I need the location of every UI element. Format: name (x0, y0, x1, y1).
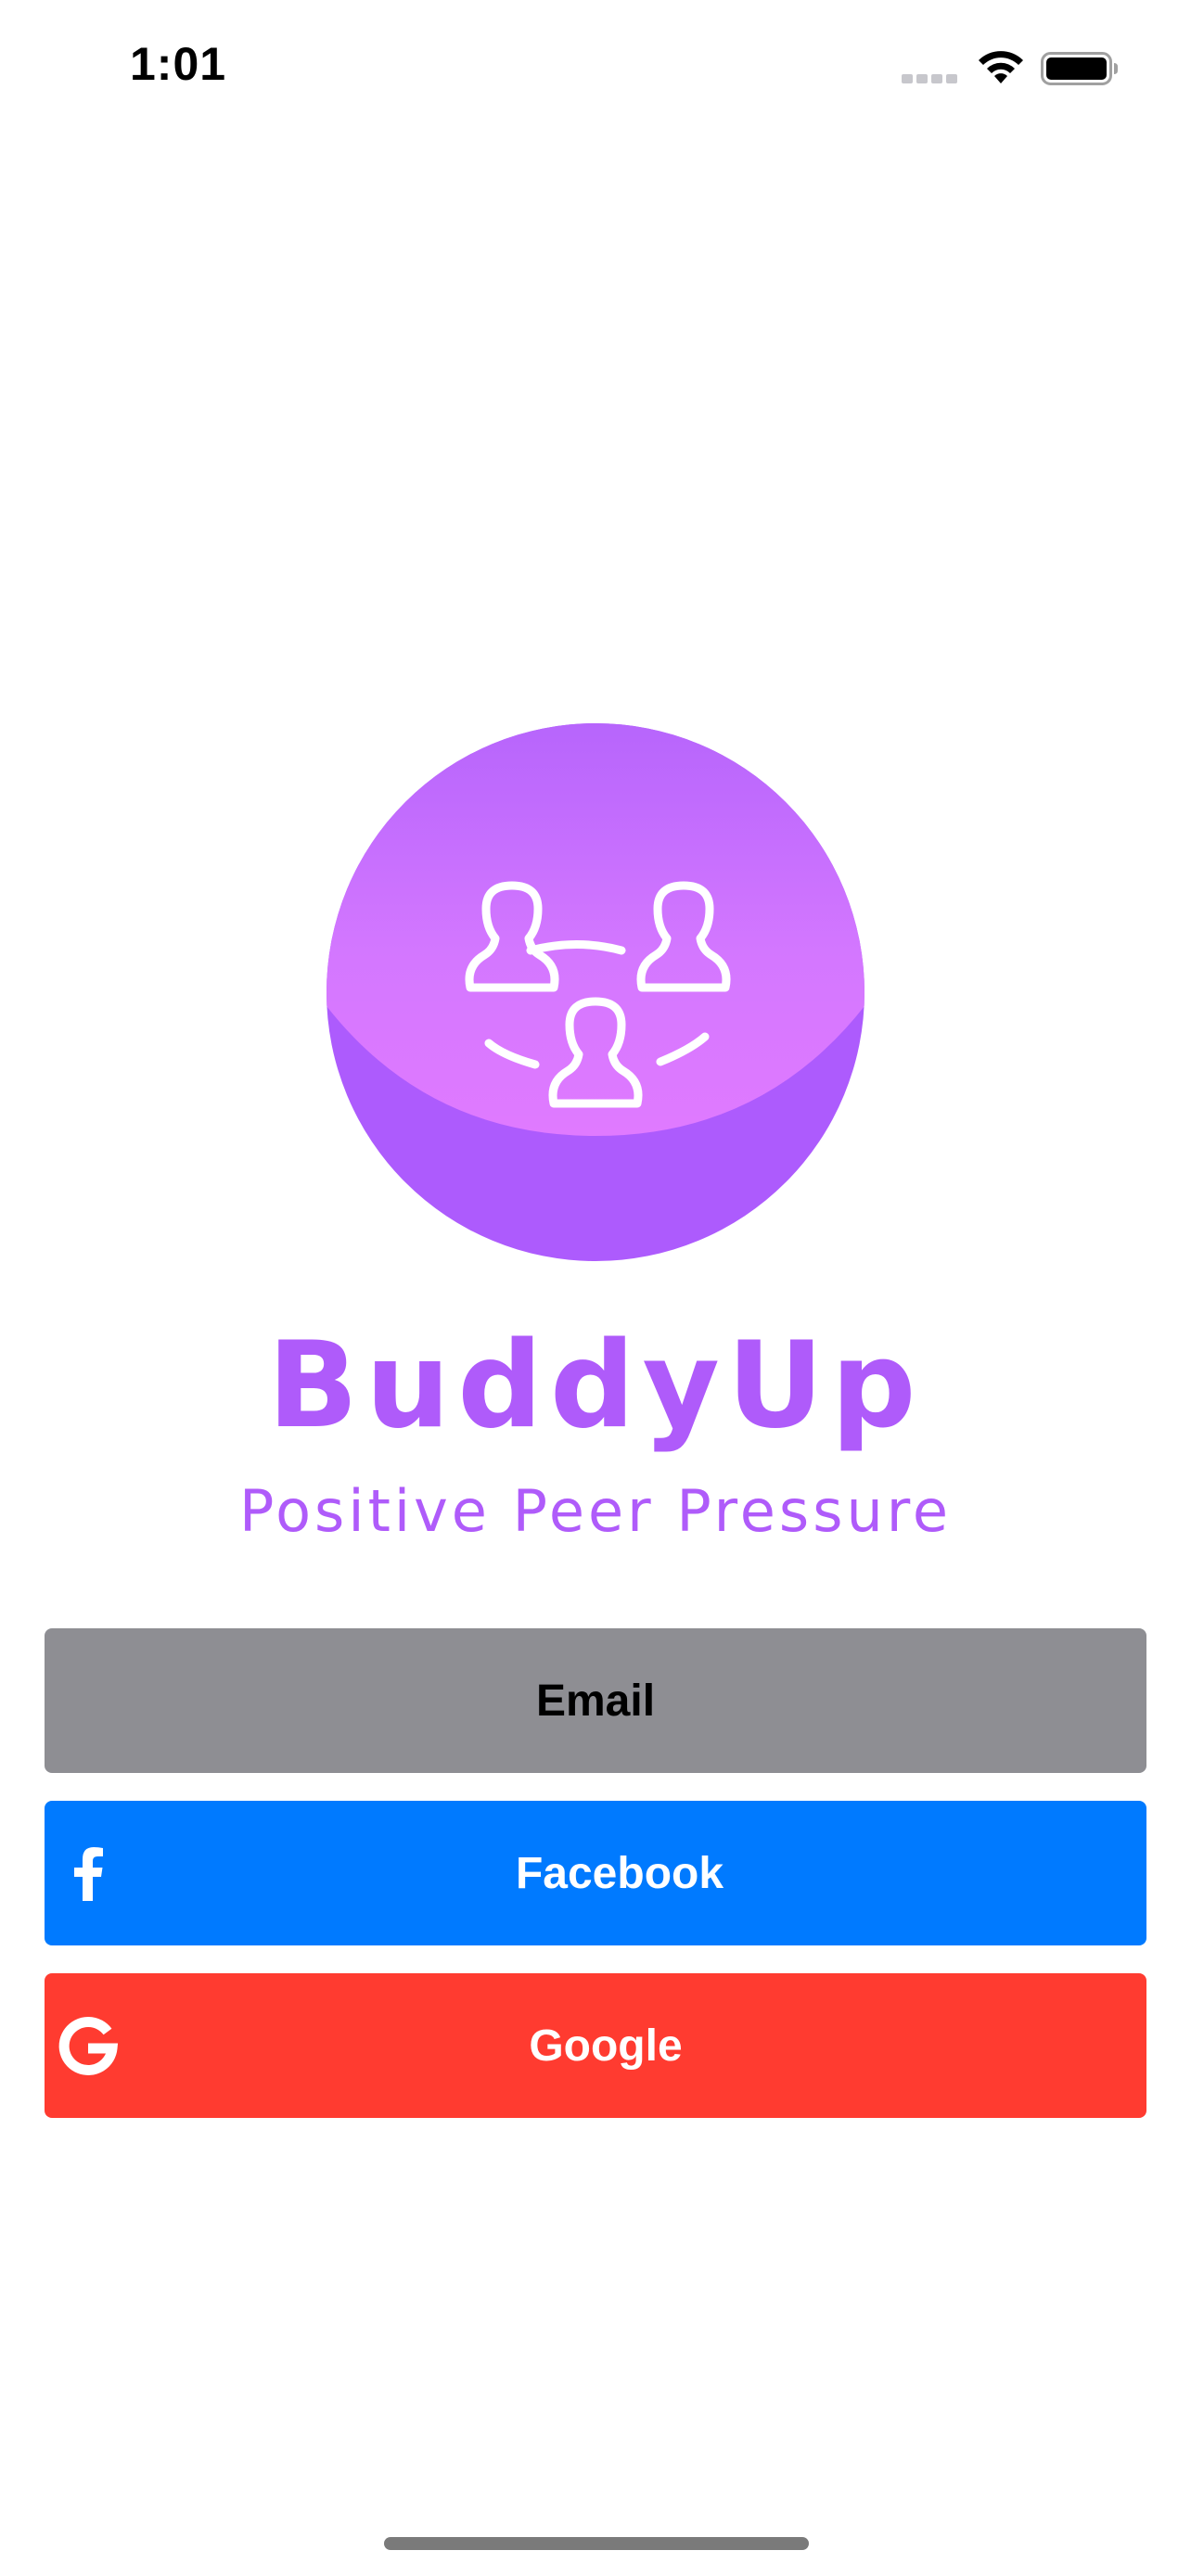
google-button-label: Google (529, 2021, 683, 2071)
battery-icon (1041, 52, 1118, 85)
facebook-button[interactable]: Facebook (45, 1801, 1146, 1945)
email-button[interactable]: Email (45, 1628, 1146, 1773)
app-tagline: Positive Peer Pressure (238, 1477, 953, 1545)
facebook-icon (74, 1847, 103, 1901)
facebook-button-label: Facebook (515, 1848, 724, 1898)
google-icon (58, 2017, 119, 2075)
signal-icon (902, 74, 957, 83)
google-button[interactable]: Google (45, 1973, 1146, 2118)
app-title: BuddyUp (267, 1317, 924, 1455)
email-button-label: Email (535, 1676, 656, 1726)
status-time: 1:01 (130, 38, 227, 90)
app-logo (327, 723, 864, 1261)
home-indicator[interactable] (384, 2537, 809, 2550)
status-bar: 1:01 (0, 0, 1191, 139)
wifi-icon (979, 51, 1023, 83)
